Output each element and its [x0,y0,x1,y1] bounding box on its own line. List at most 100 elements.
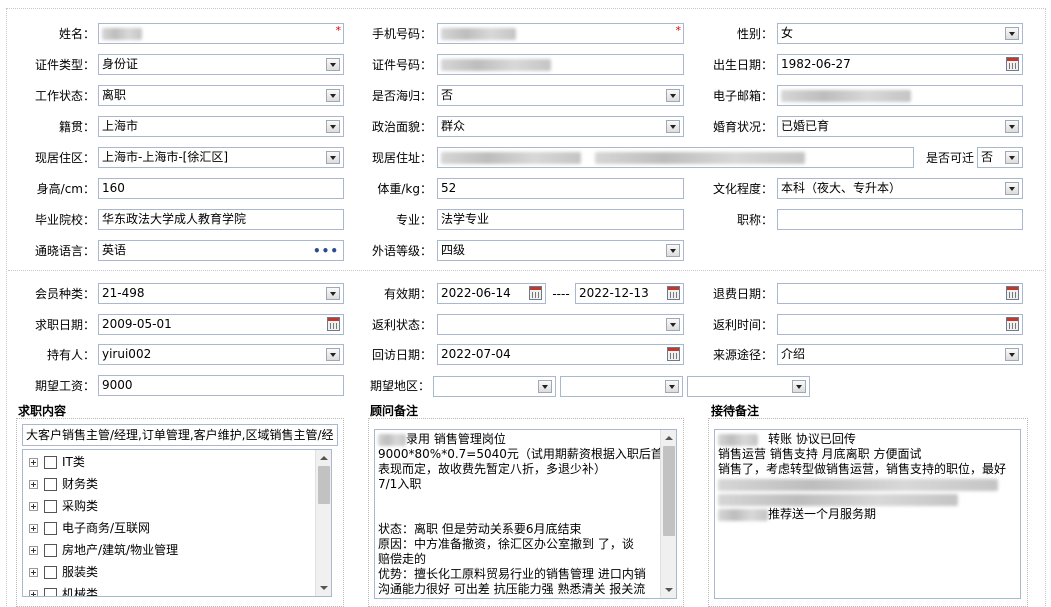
job-seek-date-input[interactable]: 2009-05-01 [98,314,344,335]
weight-input[interactable]: 52 [437,178,684,199]
chevron-down-icon[interactable] [1005,120,1019,133]
checkbox[interactable] [44,478,57,491]
scroll-up-icon[interactable] [316,451,331,465]
chevron-down-icon[interactable] [326,89,340,102]
phone-input[interactable]: * [437,23,684,44]
work-status-select[interactable]: 离职 [98,85,344,106]
expand-icon[interactable] [29,502,38,511]
scroll-up-icon[interactable] [661,431,676,445]
tree-item-machinery[interactable]: 机械类 [29,585,98,596]
marital-select[interactable]: 已婚已育 [777,116,1023,137]
relocatable-select[interactable]: 否 [977,147,1023,168]
email-input[interactable] [777,85,1023,106]
rebate-status-select[interactable] [437,314,684,335]
name-input[interactable]: * [98,23,344,44]
refund-date-input[interactable] [777,283,1023,304]
chevron-down-icon[interactable] [665,380,679,393]
school-input[interactable]: 华东政法大学成人教育学院 [98,209,344,230]
native-place-select[interactable]: 上海市 [98,116,344,137]
consultant-notes-textarea[interactable]: 录用 销售管理岗位 9000*80%*0.7=5040元（试用期薪资根据入职后首… [374,429,677,599]
expand-icon[interactable] [29,480,38,489]
languages-input[interactable]: 英语 ••• [98,240,344,261]
more-options-icon[interactable]: ••• [313,242,339,260]
id-type-select[interactable]: 身份证 [98,54,344,75]
tree-item-realestate[interactable]: 房地产/建筑/物业管理 [29,541,178,559]
checkbox[interactable] [44,456,57,469]
scroll-thumb[interactable] [663,446,675,536]
address-input[interactable] [437,147,914,168]
chevron-down-icon[interactable] [666,244,680,257]
holder-value: yirui002 [102,347,152,361]
chevron-down-icon[interactable] [1005,27,1019,40]
calendar-icon[interactable] [667,286,680,300]
calendar-icon[interactable] [667,347,680,361]
chevron-down-icon[interactable] [326,151,340,164]
validity-end-input[interactable]: 2022-12-13 [575,283,684,304]
chevron-down-icon[interactable] [1005,151,1019,164]
region-district-select[interactable] [687,376,810,397]
reception-notes-textarea[interactable]: 转账 协议已回传 销售运营 销售支持 月底离职 方便面试 销售了，考虑转型做销售… [714,429,1021,599]
checkbox[interactable] [44,522,57,535]
job-category-tree[interactable]: IT类 财务类 采购类 电子商务/互联网 房地产/建筑/物业管理 服装类 机械类 [22,449,332,597]
tree-item-purchasing[interactable]: 采购类 [29,497,98,515]
chevron-down-icon[interactable] [326,120,340,133]
chevron-down-icon[interactable] [1005,182,1019,195]
job-content-selected-input[interactable]: 大客户销售主管/经理,订单管理,客户维护,区域销售主管/经 [22,424,338,446]
major-input[interactable]: 法学专业 [437,209,684,230]
tree-item-finance[interactable]: 财务类 [29,475,98,493]
source-select[interactable]: 介绍 [777,344,1023,365]
id-number-input[interactable] [437,54,684,75]
birth-date-input[interactable]: 1982-06-27 [777,54,1023,75]
foreign-level-select[interactable]: 四级 [437,240,684,261]
calendar-icon[interactable] [1006,57,1019,71]
political-select[interactable]: 群众 [437,116,684,137]
overseas-select[interactable]: 否 [437,85,684,106]
chevron-down-icon[interactable] [1005,348,1019,361]
holder-select[interactable]: yirui002 [98,344,344,365]
checkbox[interactable] [44,544,57,557]
chevron-down-icon[interactable] [326,348,340,361]
checkbox[interactable] [44,566,57,579]
expected-region-label: 期望地区： [369,379,430,393]
checkbox[interactable] [44,588,57,596]
education-select[interactable]: 本科（夜大、专升本） [777,178,1023,199]
overseas-value: 否 [441,88,454,102]
validity-start-input[interactable]: 2022-06-14 [437,283,546,304]
chevron-down-icon[interactable] [326,287,340,300]
calendar-icon[interactable] [1006,317,1019,331]
member-type-select[interactable]: 21-498 [98,283,344,304]
reception-notes-panel: 转账 协议已回传 销售运营 销售支持 月底离职 方便面试 销售了，考虑转型做销售… [708,418,1028,607]
expected-salary-input[interactable]: 9000 [98,375,344,396]
chevron-down-icon[interactable] [666,89,680,102]
gender-select[interactable]: 女 [777,23,1023,44]
chevron-down-icon[interactable] [792,380,806,393]
notes-scrollbar[interactable] [660,430,676,598]
checkbox[interactable] [44,500,57,513]
region-province-select[interactable] [433,376,556,397]
expand-icon[interactable] [29,546,38,555]
expand-icon[interactable] [29,590,38,596]
tree-item-ecommerce[interactable]: 电子商务/互联网 [29,519,150,537]
expand-icon[interactable] [29,524,38,533]
residence-select[interactable]: 上海市-上海市-[徐汇区] [98,147,344,168]
region-city-select[interactable] [560,376,683,397]
scroll-thumb[interactable] [318,466,330,504]
calendar-icon[interactable] [529,286,542,300]
tree-item-apparel[interactable]: 服装类 [29,563,98,581]
chevron-down-icon[interactable] [666,318,680,331]
rebate-time-input[interactable] [777,314,1023,335]
height-input[interactable]: 160 [98,178,344,199]
title-input[interactable] [777,209,1023,230]
scroll-down-icon[interactable] [661,583,676,597]
chevron-down-icon[interactable] [538,380,552,393]
chevron-down-icon[interactable] [326,58,340,71]
expand-icon[interactable] [29,458,38,467]
calendar-icon[interactable] [327,317,340,331]
tree-scrollbar[interactable] [315,450,331,596]
tree-item-it[interactable]: IT类 [29,453,85,471]
chevron-down-icon[interactable] [666,120,680,133]
expand-icon[interactable] [29,568,38,577]
scroll-down-icon[interactable] [316,581,331,595]
followup-date-input[interactable]: 2022-07-04 [437,344,684,365]
calendar-icon[interactable] [1006,286,1019,300]
